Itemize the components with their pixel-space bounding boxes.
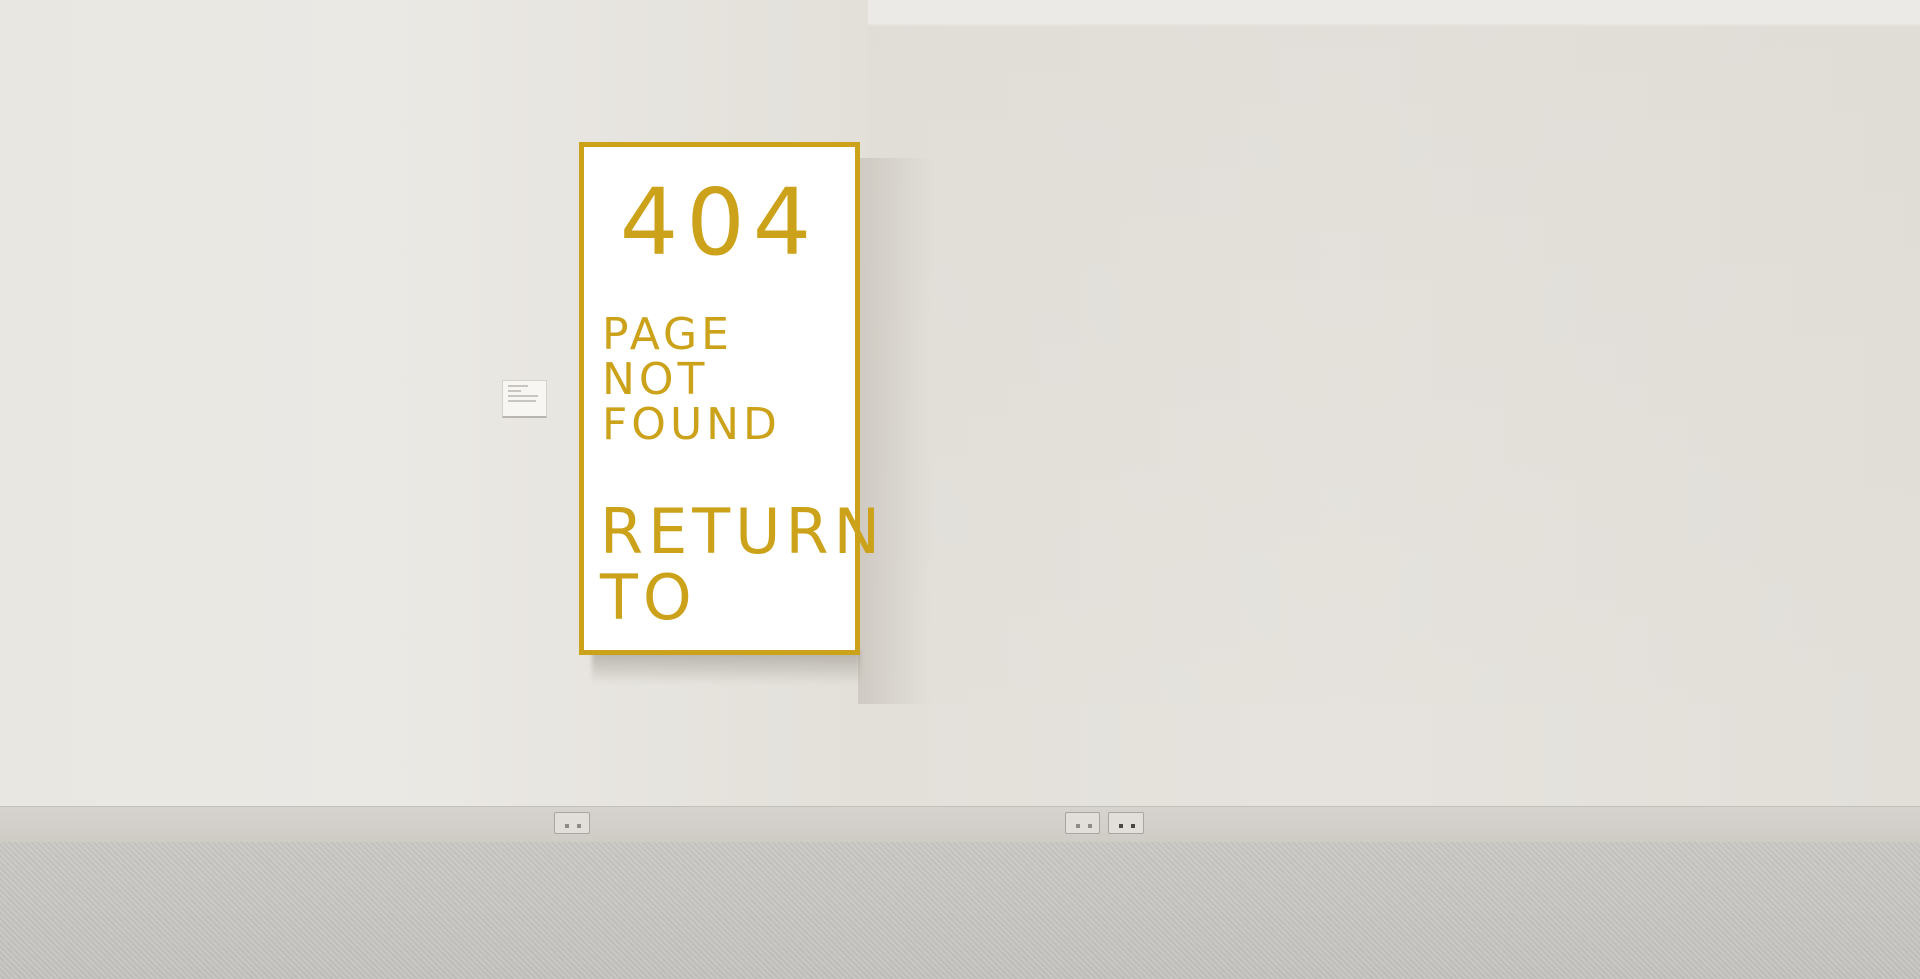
artwork-wall-label xyxy=(502,380,547,418)
gallery-floor xyxy=(0,842,1920,979)
error-message-line: PAGE xyxy=(602,309,733,360)
label-line xyxy=(508,390,522,392)
power-outlet-icon xyxy=(554,812,590,834)
return-link-line[interactable]: RETURN xyxy=(600,499,880,565)
error-message: PAGE NOT FOUND xyxy=(602,312,842,447)
power-outlet-icon xyxy=(1065,812,1100,834)
skirting-board xyxy=(0,806,1920,844)
label-line xyxy=(508,400,537,402)
return-link[interactable]: RETURN TO xyxy=(600,499,880,631)
error-frame: 404 PAGE NOT FOUND RETURN TO xyxy=(579,142,880,655)
wall-panel xyxy=(868,24,1920,704)
return-link-line[interactable]: TO xyxy=(600,565,860,631)
error-message-line: NOT xyxy=(602,354,709,405)
error-message-line: FOUND xyxy=(602,399,781,450)
wall-top-strip xyxy=(868,0,1920,26)
frame-side-shadow xyxy=(858,158,932,704)
label-line xyxy=(508,385,528,387)
label-line xyxy=(508,395,538,397)
gallery-scene: 404 PAGE NOT FOUND RETURN TO xyxy=(0,0,1920,979)
error-code: 404 xyxy=(619,169,820,276)
data-outlet-icon xyxy=(1108,812,1144,834)
frame-shadow xyxy=(592,650,860,684)
